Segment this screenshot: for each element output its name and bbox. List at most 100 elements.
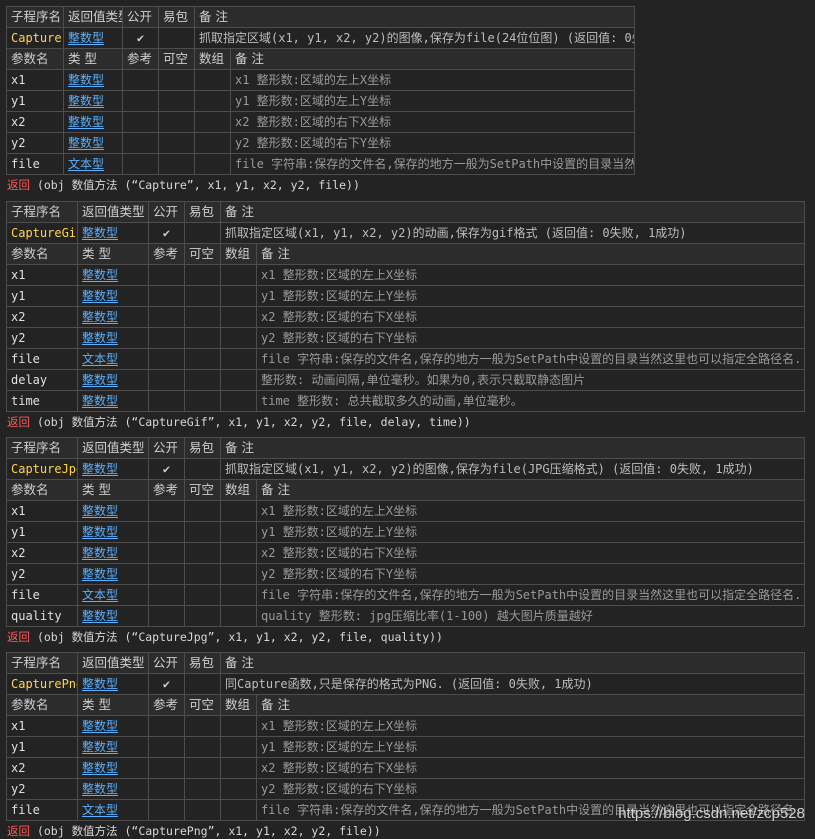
param-name-cell[interactable]: quality	[6, 605, 78, 627]
param-name-cell[interactable]: y1	[6, 90, 64, 112]
param-array-cell[interactable]	[220, 605, 257, 627]
param-array-cell[interactable]	[194, 69, 231, 91]
param-ref-cell[interactable]	[148, 757, 185, 779]
public-check-icon[interactable]: ✔	[148, 458, 185, 480]
param-name-cell[interactable]: file	[6, 153, 64, 175]
param-nullable-cell[interactable]	[184, 327, 221, 349]
param-nullable-cell[interactable]	[184, 584, 221, 606]
param-nullable-cell[interactable]	[184, 778, 221, 800]
param-array-cell[interactable]	[194, 90, 231, 112]
param-name-cell[interactable]: y2	[6, 132, 64, 154]
param-ref-cell[interactable]	[148, 563, 185, 585]
param-nullable-cell[interactable]	[184, 348, 221, 370]
param-array-cell[interactable]	[220, 715, 257, 737]
param-nullable-cell[interactable]	[184, 285, 221, 307]
param-nullable-cell[interactable]	[158, 111, 195, 133]
return-type-link[interactable]: 整数型	[77, 458, 149, 480]
param-array-cell[interactable]	[220, 369, 257, 391]
param-type-link[interactable]: 文本型	[77, 799, 149, 821]
param-nullable-cell[interactable]	[158, 132, 195, 154]
param-array-cell[interactable]	[194, 153, 231, 175]
param-nullable-cell[interactable]	[184, 264, 221, 286]
param-type-link[interactable]: 整数型	[77, 605, 149, 627]
param-name-cell[interactable]: x1	[6, 715, 78, 737]
param-nullable-cell[interactable]	[158, 90, 195, 112]
param-nullable-cell[interactable]	[184, 799, 221, 821]
param-name-cell[interactable]: file	[6, 348, 78, 370]
param-array-cell[interactable]	[220, 778, 257, 800]
param-type-link[interactable]: 整数型	[63, 90, 123, 112]
return-type-link[interactable]: 整数型	[77, 673, 149, 695]
param-name-cell[interactable]: file	[6, 799, 78, 821]
param-nullable-cell[interactable]	[184, 306, 221, 328]
param-nullable-cell[interactable]	[184, 500, 221, 522]
param-name-cell[interactable]: file	[6, 584, 78, 606]
param-type-link[interactable]: 整数型	[77, 285, 149, 307]
easy-package-cell[interactable]	[184, 458, 221, 480]
param-ref-cell[interactable]	[148, 605, 185, 627]
sub-name-cell[interactable]: CaptureGif	[6, 222, 78, 244]
param-array-cell[interactable]	[220, 348, 257, 370]
param-name-cell[interactable]: y1	[6, 285, 78, 307]
param-ref-cell[interactable]	[122, 111, 159, 133]
param-array-cell[interactable]	[220, 500, 257, 522]
param-array-cell[interactable]	[194, 132, 231, 154]
param-ref-cell[interactable]	[148, 715, 185, 737]
param-ref-cell[interactable]	[148, 521, 185, 543]
param-ref-cell[interactable]	[148, 285, 185, 307]
param-nullable-cell[interactable]	[184, 736, 221, 758]
param-ref-cell[interactable]	[148, 542, 185, 564]
param-type-link[interactable]: 整数型	[77, 521, 149, 543]
sub-name-cell[interactable]: CapturePng	[6, 673, 78, 695]
param-type-link[interactable]: 文本型	[63, 153, 123, 175]
param-name-cell[interactable]: x1	[6, 500, 78, 522]
param-name-cell[interactable]: x2	[6, 111, 64, 133]
param-name-cell[interactable]: x2	[6, 306, 78, 328]
param-ref-cell[interactable]	[148, 500, 185, 522]
param-type-link[interactable]: 整数型	[63, 69, 123, 91]
param-array-cell[interactable]	[220, 736, 257, 758]
param-nullable-cell[interactable]	[184, 563, 221, 585]
param-array-cell[interactable]	[220, 542, 257, 564]
param-name-cell[interactable]: y2	[6, 563, 78, 585]
param-type-link[interactable]: 整数型	[77, 563, 149, 585]
param-nullable-cell[interactable]	[184, 521, 221, 543]
param-ref-cell[interactable]	[122, 153, 159, 175]
param-array-cell[interactable]	[220, 757, 257, 779]
easy-package-cell[interactable]	[184, 673, 221, 695]
param-type-link[interactable]: 整数型	[77, 542, 149, 564]
param-type-link[interactable]: 整数型	[77, 264, 149, 286]
param-type-link[interactable]: 文本型	[77, 348, 149, 370]
param-array-cell[interactable]	[220, 327, 257, 349]
param-name-cell[interactable]: y2	[6, 778, 78, 800]
param-type-link[interactable]: 整数型	[77, 327, 149, 349]
param-array-cell[interactable]	[220, 264, 257, 286]
param-array-cell[interactable]	[220, 521, 257, 543]
param-ref-cell[interactable]	[148, 348, 185, 370]
param-ref-cell[interactable]	[148, 306, 185, 328]
param-ref-cell[interactable]	[148, 584, 185, 606]
param-nullable-cell[interactable]	[184, 715, 221, 737]
param-type-link[interactable]: 整数型	[77, 306, 149, 328]
param-name-cell[interactable]: delay	[6, 369, 78, 391]
param-nullable-cell[interactable]	[184, 605, 221, 627]
return-type-link[interactable]: 整数型	[63, 27, 123, 49]
param-name-cell[interactable]: y1	[6, 521, 78, 543]
param-nullable-cell[interactable]	[158, 69, 195, 91]
param-ref-cell[interactable]	[148, 778, 185, 800]
param-array-cell[interactable]	[220, 584, 257, 606]
sub-name-cell[interactable]: Capture	[6, 27, 64, 49]
param-type-link[interactable]: 文本型	[77, 584, 149, 606]
param-type-link[interactable]: 整数型	[77, 369, 149, 391]
param-ref-cell[interactable]	[148, 264, 185, 286]
param-ref-cell[interactable]	[148, 327, 185, 349]
param-array-cell[interactable]	[220, 390, 257, 412]
return-type-link[interactable]: 整数型	[77, 222, 149, 244]
param-name-cell[interactable]: x2	[6, 757, 78, 779]
param-array-cell[interactable]	[220, 306, 257, 328]
param-type-link[interactable]: 整数型	[63, 132, 123, 154]
param-name-cell[interactable]: time	[6, 390, 78, 412]
param-name-cell[interactable]: y2	[6, 327, 78, 349]
param-array-cell[interactable]	[220, 563, 257, 585]
public-check-icon[interactable]: ✔	[148, 673, 185, 695]
